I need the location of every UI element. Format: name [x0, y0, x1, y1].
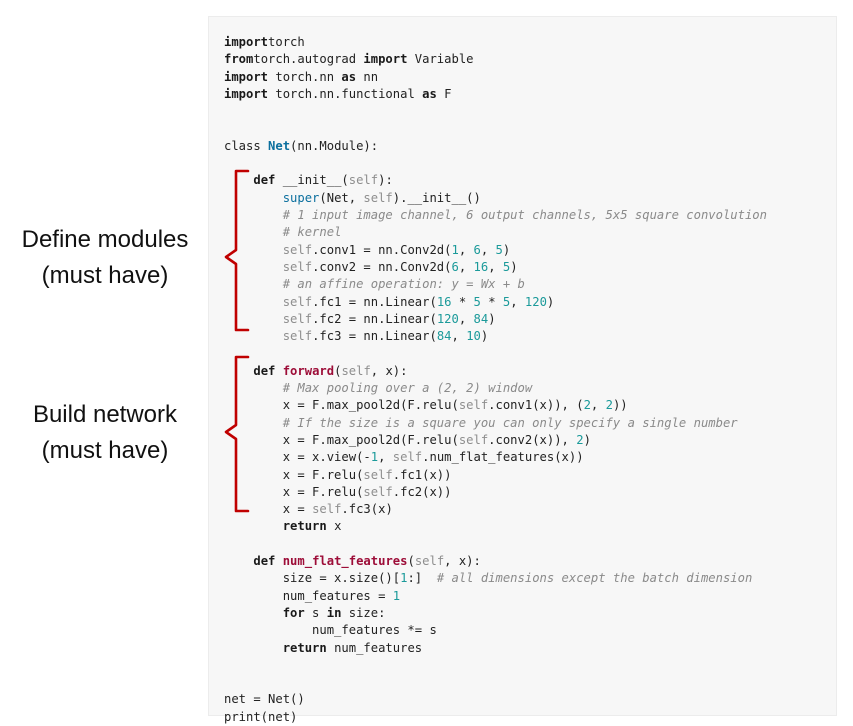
- build-network-note: (must have): [41, 437, 169, 464]
- define-modules-label: Define modules (must have): [0, 222, 210, 294]
- build-network-bracket: [224, 355, 250, 513]
- build-network-title: Build network: [32, 401, 178, 428]
- define-modules-title: Define modules: [21, 226, 189, 253]
- define-modules-bracket: [224, 169, 250, 332]
- build-network-label: Build network (must have): [0, 397, 210, 469]
- define-modules-note: (must have): [41, 262, 169, 289]
- bracket-overlay: [224, 169, 250, 513]
